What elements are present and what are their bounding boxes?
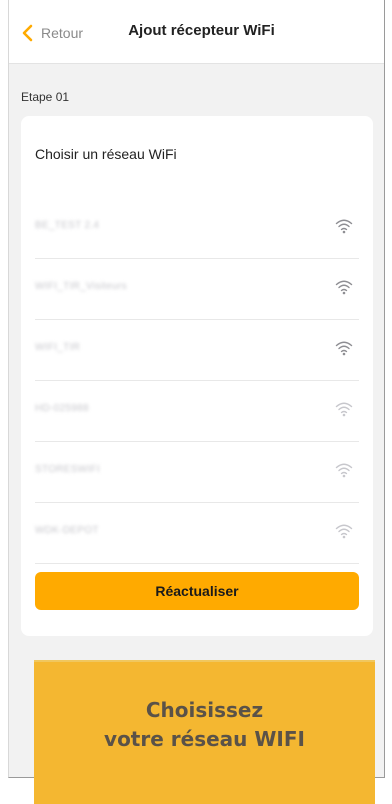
wifi-signal-icon [335,341,353,356]
banner-line-2: votre réseau WIFI [104,727,305,751]
network-ssid: WIFI_TIR [35,342,81,353]
network-ssid: STORESWIFI [35,464,101,475]
network-row[interactable]: WIFI_TIR_Visiteurs [35,259,359,320]
page-title: Ajout récepteur WiFi [128,22,275,39]
navigation-bar: Retour Ajout récepteur WiFi [9,0,384,64]
wifi-signal-icon [335,219,353,234]
network-list: BE_TEST 2.4 WIFI_TIR_Visiteurs WIFI_TIR HD-… [35,198,359,564]
network-row[interactable]: WIFI_TIR [35,320,359,381]
network-row[interactable]: STORESWIFI [35,442,359,503]
network-ssid: WIFI_TIR_Visiteurs [35,281,127,292]
wifi-signal-icon [335,524,353,539]
wifi-signal-icon [335,280,353,295]
wifi-card: Choisir un réseau WiFi BE_TEST 2.4 WIFI_T… [21,116,373,636]
wifi-signal-icon [335,402,353,417]
network-row[interactable]: BE_TEST 2.4 [35,198,359,259]
refresh-button[interactable]: Réactualiser [35,572,359,610]
network-ssid: BE_TEST 2.4 [35,220,100,231]
network-ssid: WDK-DEPOT [35,525,99,536]
network-row[interactable]: HD-025988 [35,381,359,442]
step-label: Etape 01 [21,90,70,104]
wifi-signal-icon [335,463,353,478]
network-row[interactable]: WDK-DEPOT [35,503,359,564]
banner-line-1: Choisissez [145,698,264,722]
card-title: Choisir un réseau WiFi [35,146,177,162]
network-ssid: HD-025988 [35,403,89,414]
instruction-banner: Choisissez votre réseau WIFI [34,660,375,804]
